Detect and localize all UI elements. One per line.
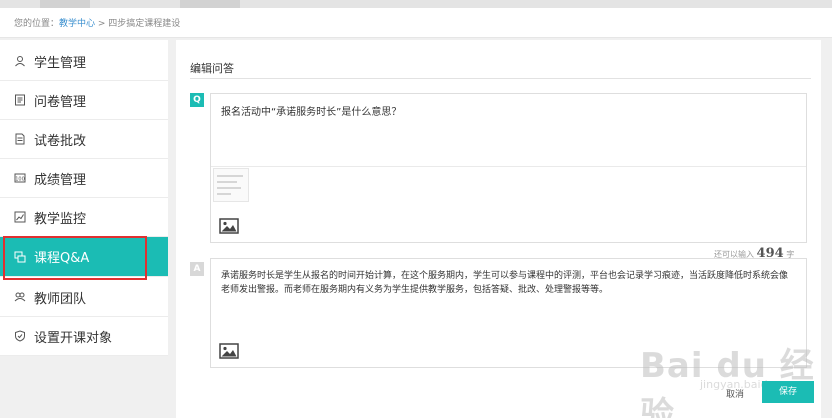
- svg-text:100: 100: [15, 176, 25, 182]
- sidebar-item-label: 试卷批改: [34, 133, 87, 149]
- image-thumbnail[interactable]: [213, 168, 249, 202]
- sidebar-item-monitoring[interactable]: 教学监控: [0, 198, 168, 237]
- qa-icon: [14, 251, 26, 263]
- answer-text[interactable]: 承诺服务时长是学生从报名的时间开始计算，在这个服务期内，学生可以参与课程中的评测…: [221, 269, 796, 297]
- paper-icon: [14, 133, 26, 145]
- grade-icon: 100: [14, 172, 26, 184]
- cancel-button[interactable]: 取消: [726, 387, 744, 400]
- question-badge: Q: [190, 93, 204, 107]
- sidebar-item-label: 课程Q&A: [34, 251, 90, 266]
- sidebar-item-label: 教师团队: [34, 291, 87, 307]
- watermark: Bai du 经验 jingyan.baidu.com: [640, 338, 832, 418]
- insert-image-icon[interactable]: [219, 218, 239, 234]
- breadcrumb-current: 四步搞定课程建设: [108, 19, 181, 29]
- question-text[interactable]: 报名活动中“承诺服务时长”是什么意思？: [221, 103, 401, 118]
- team-icon: [14, 291, 26, 303]
- survey-icon: [14, 94, 26, 106]
- divider: [211, 166, 806, 167]
- user-icon: [14, 55, 26, 67]
- breadcrumb-prefix: 您的位置：: [14, 19, 60, 29]
- breadcrumb-separator: >: [95, 19, 109, 29]
- sidebar-item-label: 设置开课对象: [34, 330, 113, 346]
- save-button[interactable]: 保存: [762, 381, 814, 403]
- sidebar-item-grading[interactable]: 试卷批改: [0, 120, 168, 159]
- sidebar-item-label: 成绩管理: [34, 172, 87, 188]
- sidebar-item-students[interactable]: 学生管理: [0, 42, 168, 81]
- sidebar-item-label: 问卷管理: [34, 94, 87, 110]
- answer-badge: A: [190, 262, 204, 276]
- question-editor[interactable]: 报名活动中“承诺服务时长”是什么意思？: [210, 93, 807, 243]
- top-tab: [40, 0, 90, 8]
- section-title: 编辑问答: [190, 62, 234, 75]
- sidebar: 学生管理 问卷管理 试卷批改 100 成绩管理 教学监控 课程Q&A 教师团队: [0, 40, 168, 356]
- sidebar-item-scores[interactable]: 100 成绩管理: [0, 159, 168, 198]
- sidebar-item-label: 教学监控: [34, 211, 87, 227]
- breadcrumb-link[interactable]: 教学中心: [59, 19, 95, 29]
- chart-icon: [14, 211, 26, 223]
- top-strip: [0, 0, 832, 8]
- sidebar-item-course-qa[interactable]: 课程Q&A: [0, 237, 168, 277]
- insert-image-icon[interactable]: [219, 343, 239, 359]
- sidebar-item-teachers[interactable]: 教师团队: [0, 278, 168, 317]
- sidebar-item-label: 学生管理: [34, 55, 87, 71]
- breadcrumb: 您的位置：教学中心 > 四步搞定课程建设: [0, 8, 832, 38]
- sidebar-item-surveys[interactable]: 问卷管理: [0, 81, 168, 120]
- top-tab: [180, 0, 240, 8]
- divider: [190, 78, 811, 79]
- sidebar-item-course-target[interactable]: 设置开课对象: [0, 317, 168, 356]
- shield-icon: [14, 330, 26, 342]
